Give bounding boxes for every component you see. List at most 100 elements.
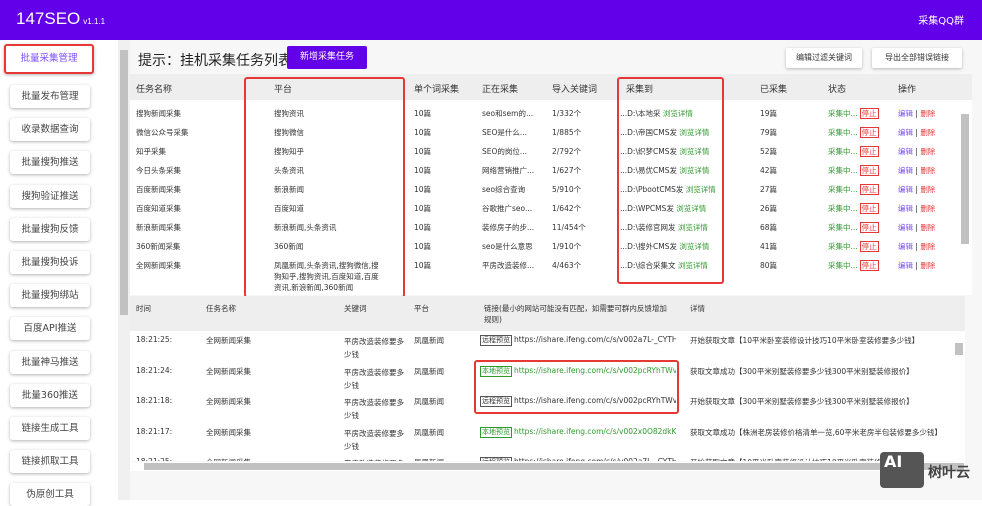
status-text: 采集中... [828,223,858,232]
sidebar-item[interactable]: 批量神马推送 [10,350,90,374]
log-link: 本地预览 https://ishare.ifeng.com/c/s/v002x0O… [480,426,676,438]
sidebar-scrollbar[interactable] [118,40,130,500]
delete-link[interactable]: 删除 [920,261,935,270]
actions: 编辑 | 删除 [898,127,935,138]
export-error-links-button[interactable]: 导出全部错误链接 [872,48,962,68]
collected-count: 19篇 [760,109,778,118]
edit-filter-keywords-button[interactable]: 编辑过滤关键词 [786,48,862,68]
edit-link[interactable]: 编辑 [898,261,913,270]
new-task-button[interactable]: 新增采集任务 [287,46,367,69]
edit-link[interactable]: 编辑 [898,223,913,232]
platform: 搜狗知乎 [274,147,304,156]
sidebar-item[interactable]: 伪原创工具 [10,483,90,506]
target: ...D:\帝国CMS发 浏览详情 [620,127,709,138]
stop-button[interactable]: 停止 [859,222,879,233]
sidebar-item[interactable]: 收录数据查询 [10,118,90,142]
edit-link[interactable]: 编辑 [898,166,913,175]
sidebar-item[interactable]: 搜狗验证推送 [10,184,90,208]
log-detail: 获取文章成功【株洲老房装修价格清单一览,60平米老房半包装修要多少钱】 [690,427,942,437]
log-hscrollbar[interactable] [130,462,965,471]
current-keyword: 网络营销推广... [482,166,535,175]
log-task: 全网新闻采集 [206,336,251,345]
browse-details-link[interactable]: 浏览详情 [679,147,709,156]
browse-details-link[interactable]: 浏览详情 [679,128,709,137]
sidebar-item[interactable]: 链接生成工具 [10,417,90,440]
local-preview-button[interactable]: 本地预览 [480,426,512,438]
browse-details-link[interactable]: 浏览详情 [679,166,709,175]
remote-preview-button[interactable]: 远程预览 [480,457,512,461]
separator: | [915,128,918,137]
separator: | [915,109,918,118]
url-link[interactable]: https://ishare.ifeng.com/c/s/v002a7L-_CY… [514,335,676,344]
url-link[interactable]: https://ishare.ifeng.com/c/s/v002pcRYhTW… [514,366,676,375]
edit-link[interactable]: 编辑 [898,185,913,194]
column-header: 任务名称 [136,85,173,95]
remote-preview-button[interactable]: 远程预览 [480,335,512,346]
delete-link[interactable]: 删除 [920,109,935,118]
browse-details-link[interactable]: 浏览详情 [679,242,709,251]
scroll-thumb[interactable] [961,114,969,244]
stop-button[interactable]: 停止 [859,241,879,252]
edit-link[interactable]: 编辑 [898,204,913,213]
delete-link[interactable]: 删除 [920,128,935,137]
stop-button[interactable]: 停止 [859,146,879,157]
browse-details-link[interactable]: 浏览详情 [678,261,708,270]
local-preview-button[interactable]: 本地预览 [480,365,512,377]
log-scrollbar[interactable] [954,333,964,463]
stop-button[interactable]: 停止 [859,203,879,214]
browse-details-link[interactable]: 浏览详情 [686,185,716,194]
stop-button[interactable]: 停止 [859,127,879,138]
delete-link[interactable]: 删除 [920,223,935,232]
qq-group-link[interactable]: 采集QQ群 [918,12,964,27]
log-table-header: 时间 任务名称 关键词 平台 链接(最小的网站可能没有匹配，如需要可群内反馈增加规则) 详… [130,296,965,331]
browse-details-link[interactable]: 浏览详情 [676,204,706,213]
task-scrollbar[interactable] [960,102,970,294]
target: ...D:\PbootCMS发 浏览详情 [620,184,716,195]
browse-details-link[interactable]: 浏览详情 [663,109,693,118]
delete-link[interactable]: 删除 [920,147,935,156]
table-row: 新浪新闻采集 新浪新闻,头条资讯 10篇 装修房子的步... 11/454个 ...D:\… [130,222,960,241]
url-link[interactable]: https://ishare.ifeng.com/c/s/v002a7L-_CY… [514,457,676,461]
sidebar-item[interactable]: 批量搜狗投诉 [10,251,90,274]
sidebar-item[interactable]: 链接抓取工具 [10,450,90,474]
delete-link[interactable]: 删除 [920,204,935,213]
delete-link[interactable]: 删除 [920,166,935,175]
platform: 新浪新闻,头条资讯 [274,223,337,232]
edit-link[interactable]: 编辑 [898,147,913,156]
sidebar-item[interactable]: 批量搜狗推送 [10,151,90,175]
stop-button[interactable]: 停止 [859,184,879,195]
sidebar-item[interactable]: 批量搜狗反馈 [10,217,90,241]
log-row: 18:21:25: 全网新闻采集 平房改造装修要多少钱 凤凰新闻 远程预览https:/… [130,457,950,461]
edit-link[interactable]: 编辑 [898,242,913,251]
scroll-thumb[interactable] [955,343,963,355]
target: ...D:\本地采 浏览详情 [620,108,693,119]
edit-link[interactable]: 编辑 [898,109,913,118]
separator: | [915,223,918,232]
task-name: 百度新闻采集 [136,185,181,194]
sidebar-item[interactable]: 批量发布管理 [10,85,90,108]
stop-button[interactable]: 停止 [859,165,879,176]
scroll-thumb[interactable] [144,463,964,470]
url-link[interactable]: https://ishare.ifeng.com/c/s/v002pcRYhTW… [514,396,676,405]
remote-preview-button[interactable]: 远程预览 [480,396,512,407]
sidebar-item[interactable]: 批量搜狗绑站 [10,284,90,308]
status: 采集中... 停止 [828,260,879,271]
keyword-progress: 1/627个 [552,166,582,175]
edit-link[interactable]: 编辑 [898,128,913,137]
browse-details-link[interactable]: 浏览详情 [678,223,708,232]
actions: 编辑 | 删除 [898,203,935,214]
status-text: 采集中... [828,185,858,194]
delete-link[interactable]: 删除 [920,242,935,251]
scroll-thumb[interactable] [120,50,128,315]
stop-button[interactable]: 停止 [859,260,879,271]
collected-count: 42篇 [760,166,778,175]
sidebar-item[interactable]: 批量采集管理 [4,44,94,74]
stop-button[interactable]: 停止 [859,108,879,119]
sidebar-item[interactable]: 百度API推送 [10,317,90,341]
url-link[interactable]: https://ishare.ifeng.com/c/s/v002x0O82dk… [514,427,676,436]
delete-link[interactable]: 删除 [920,185,935,194]
column-header: 已采集 [760,85,788,95]
sidebar-item[interactable]: 批量360推送 [10,383,90,407]
platform: 凤凰新闻,头条资讯,搜狗微信,搜狗知乎,搜狗资讯,百度知道,百度资讯,新浪新闻,… [274,261,379,292]
status: 采集中... 停止 [828,146,879,157]
